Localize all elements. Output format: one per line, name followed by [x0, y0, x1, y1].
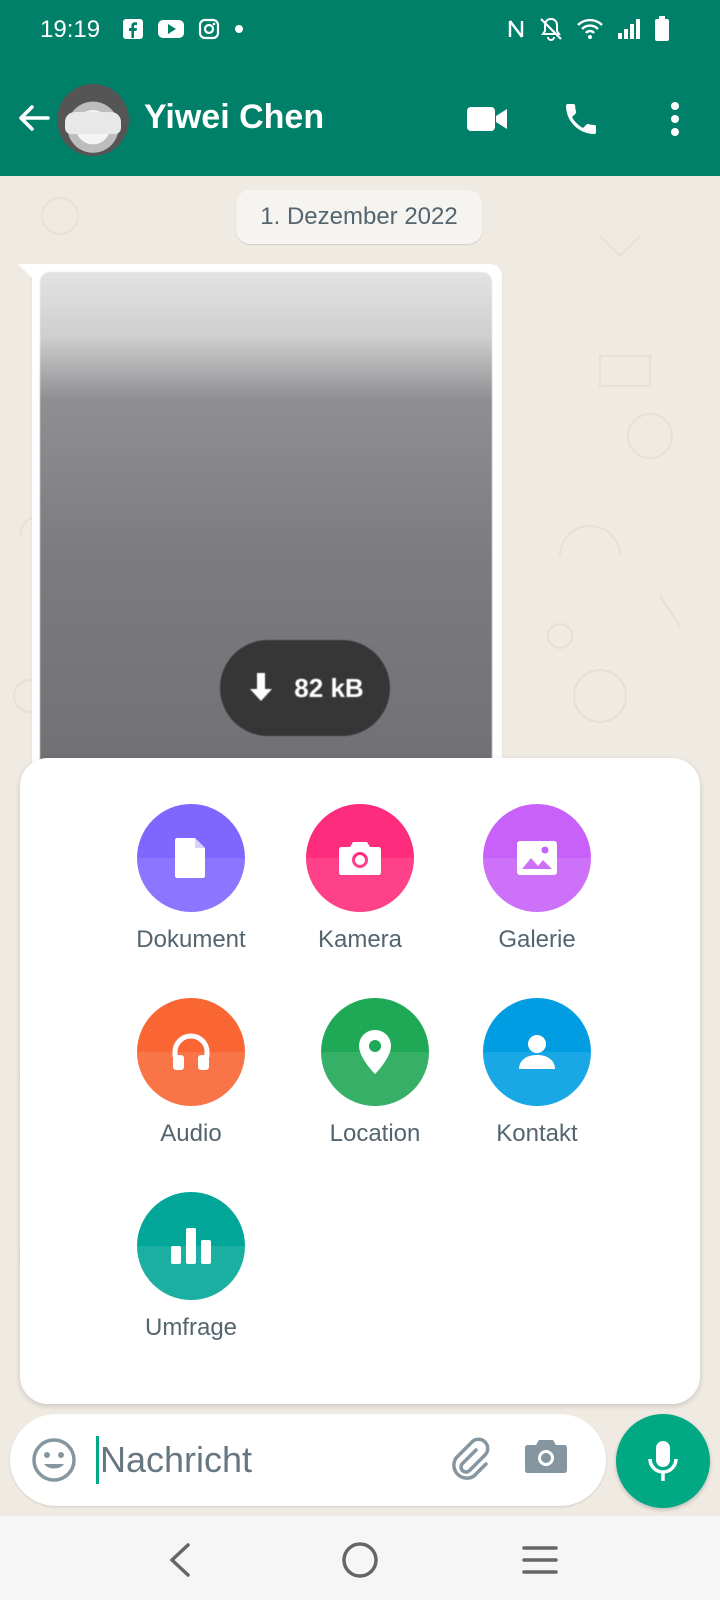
attach-document[interactable]: Dokument — [106, 804, 276, 954]
attach-label: Dokument — [136, 926, 246, 953]
status-bar: 19:19 — [0, 0, 720, 64]
date-chip: 1. Dezember 2022 — [236, 190, 482, 244]
document-icon[interactable] — [137, 804, 245, 912]
signal-icon — [618, 19, 640, 39]
attach-audio[interactable]: Audio — [106, 998, 276, 1148]
attach-camera[interactable]: Kamera — [275, 804, 445, 954]
emoji-icon[interactable] — [30, 1436, 78, 1484]
location-pin-icon[interactable] — [321, 998, 429, 1106]
camera-icon[interactable] — [306, 804, 414, 912]
paperclip-icon[interactable] — [446, 1436, 494, 1484]
attach-gallery[interactable]: Galerie — [452, 804, 622, 954]
youtube-icon — [158, 20, 184, 38]
avatar[interactable] — [57, 84, 129, 156]
wifi-icon — [577, 18, 603, 39]
status-time: 19:19 — [40, 16, 101, 43]
camera-icon[interactable] — [524, 1436, 572, 1484]
attach-contact[interactable]: Kontakt — [452, 998, 622, 1148]
mute-icon — [540, 17, 562, 41]
attach-poll[interactable]: Umfrage — [106, 1192, 276, 1342]
facebook-icon — [123, 19, 143, 39]
attach-label: Galerie — [498, 926, 576, 953]
message-composer — [10, 1414, 606, 1506]
status-right-icons — [506, 16, 670, 42]
gallery-icon[interactable] — [483, 804, 591, 912]
instagram-icon — [198, 18, 220, 40]
video-call-icon[interactable] — [462, 94, 512, 144]
attach-label: Location — [329, 1120, 421, 1147]
attach-location[interactable]: Location — [290, 998, 460, 1148]
dot-icon — [235, 25, 243, 33]
status-app-icons — [122, 18, 244, 40]
menu-lines-icon[interactable] — [516, 1536, 564, 1584]
contact-icon[interactable] — [483, 998, 591, 1106]
headphones-icon[interactable] — [137, 998, 245, 1106]
message-input[interactable] — [100, 1432, 420, 1488]
attach-label: Audio — [160, 1120, 222, 1147]
battery-icon — [655, 16, 669, 41]
download-size: 82 kB — [294, 672, 364, 703]
poll-icon[interactable] — [137, 1192, 245, 1300]
mic-icon[interactable] — [616, 1414, 710, 1508]
contact-name[interactable]: Yiwei Chen — [144, 98, 324, 137]
text-caret — [96, 1436, 99, 1484]
attach-label: Kontakt — [496, 1120, 578, 1147]
download-icon — [250, 673, 273, 701]
more-vert-icon[interactable] — [650, 94, 700, 144]
back-chevron-icon[interactable] — [156, 1536, 204, 1584]
attach-label: Kamera — [317, 926, 403, 953]
download-button[interactable]: 82 kB — [220, 640, 390, 736]
system-nav-bar — [0, 1516, 720, 1600]
chat-header: Yiwei Chen — [0, 64, 720, 176]
home-circle-icon[interactable] — [336, 1536, 384, 1584]
attach-label: Umfrage — [144, 1314, 238, 1341]
phone-icon[interactable] — [556, 94, 606, 144]
nfc-icon — [508, 20, 524, 38]
attachment-menu: Dokument Kamera Galerie Audio Location K… — [20, 758, 700, 1404]
back-arrow-icon[interactable] — [14, 98, 54, 138]
